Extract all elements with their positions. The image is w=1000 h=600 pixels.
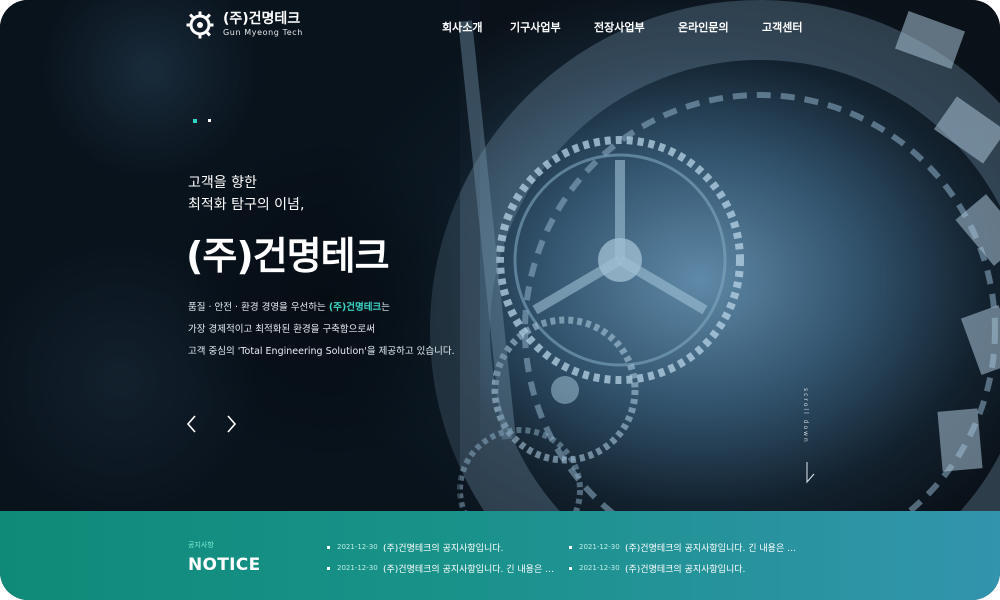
hero-tagline: 고객을 향한 최적화 탐구의 이념, — [188, 172, 304, 216]
desc-line-1-suffix: 는 — [381, 302, 390, 313]
hero-title: (주)건명테크 — [186, 234, 390, 278]
nav-item-company[interactable]: 회사소개 — [442, 19, 482, 35]
scroll-down-label: scroll down — [802, 388, 809, 444]
notice-item[interactable]: 2021-12-30 (주)건명테크의 공지사항입니다. 긴 내용은 … — [327, 561, 554, 575]
nav-item-support[interactable]: 고객센터 — [762, 19, 802, 35]
site-header: (주)건명테크 Gun Myeong Tech 회사소개 기구사업부 전장사업부… — [0, 0, 1000, 52]
nav-item-mechanical[interactable]: 기구사업부 — [510, 19, 561, 35]
notice-item[interactable]: 2021-12-30 (주)건명테크의 공지사항입니다. — [569, 561, 745, 575]
main-nav: 회사소개 기구사업부 전장사업부 온라인문의 고객센터 — [0, 19, 1000, 35]
nav-item-inquiry[interactable]: 온라인문의 — [678, 19, 729, 35]
notice-item[interactable]: 2021-12-30 (주)건명테크의 공지사항입니다. — [327, 540, 503, 554]
notice-date: 2021-12-30 — [337, 543, 378, 551]
notice-bullet — [327, 566, 330, 570]
notice-title: NOTICE — [188, 555, 261, 575]
tagline-line-2: 최적화 탐구의 이념, — [188, 197, 305, 213]
scroll-down[interactable]: scroll down — [800, 388, 820, 488]
desc-line-2: 가장 경제적이고 최적화된 환경을 구축함으로써 — [188, 324, 375, 335]
desc-line-3: 고객 중심의 'Total Engineering Solution'을 제공하… — [188, 346, 455, 357]
notice-bullet — [569, 545, 572, 549]
notice-text: (주)건명테크의 공지사항입니다. — [383, 543, 504, 554]
chevron-left-icon[interactable] — [184, 414, 200, 434]
slide-dot[interactable] — [208, 119, 211, 122]
desc-line-1-text: 품질 · 안전 · 환경 경영을 우선하는 — [188, 302, 329, 313]
notice-item[interactable]: 2021-12-30 (주)건명테크의 공지사항입니다. 긴 내용은 … — [569, 540, 796, 554]
page-frame: (주)건명테크 Gun Myeong Tech 회사소개 기구사업부 전장사업부… — [0, 0, 1000, 600]
notice-text: (주)건명테크의 공지사항입니다. — [625, 564, 746, 575]
hero-banner: (주)건명테크 Gun Myeong Tech 회사소개 기구사업부 전장사업부… — [0, 0, 1000, 511]
notice-section: 공지사항 NOTICE 2021-12-30 (주)건명테크의 공지사항입니다.… — [0, 511, 1000, 600]
notice-bullet — [327, 545, 330, 549]
tagline-line-1: 고객을 향한 — [188, 175, 257, 191]
desc-highlight: (주)건명테크 — [328, 302, 382, 313]
notice-date: 2021-12-30 — [337, 564, 378, 572]
slide-dot-active[interactable] — [193, 119, 197, 123]
hero-gear-image — [0, 0, 1000, 511]
notice-text: (주)건명테크의 공지사항입니다. 긴 내용은 … — [625, 543, 797, 554]
desc-line-1: 품질 · 안전 · 환경 경영을 우선하는 (주)건명테크는 — [188, 297, 455, 319]
notice-date: 2021-12-30 — [579, 564, 620, 572]
notice-date: 2021-12-30 — [579, 543, 620, 551]
nav-item-electrical[interactable]: 전장사업부 — [594, 19, 645, 35]
scroll-down-arrow-icon — [806, 462, 815, 484]
notice-bullet — [569, 566, 572, 570]
hero-description: 품질 · 안전 · 환경 경영을 우선하는 (주)건명테크는 가장 경제적이고 … — [188, 297, 455, 363]
notice-kicker: 공지사항 — [188, 541, 214, 549]
chevron-right-icon[interactable] — [223, 414, 239, 434]
notice-text: (주)건명테크의 공지사항입니다. 긴 내용은 … — [383, 564, 555, 575]
